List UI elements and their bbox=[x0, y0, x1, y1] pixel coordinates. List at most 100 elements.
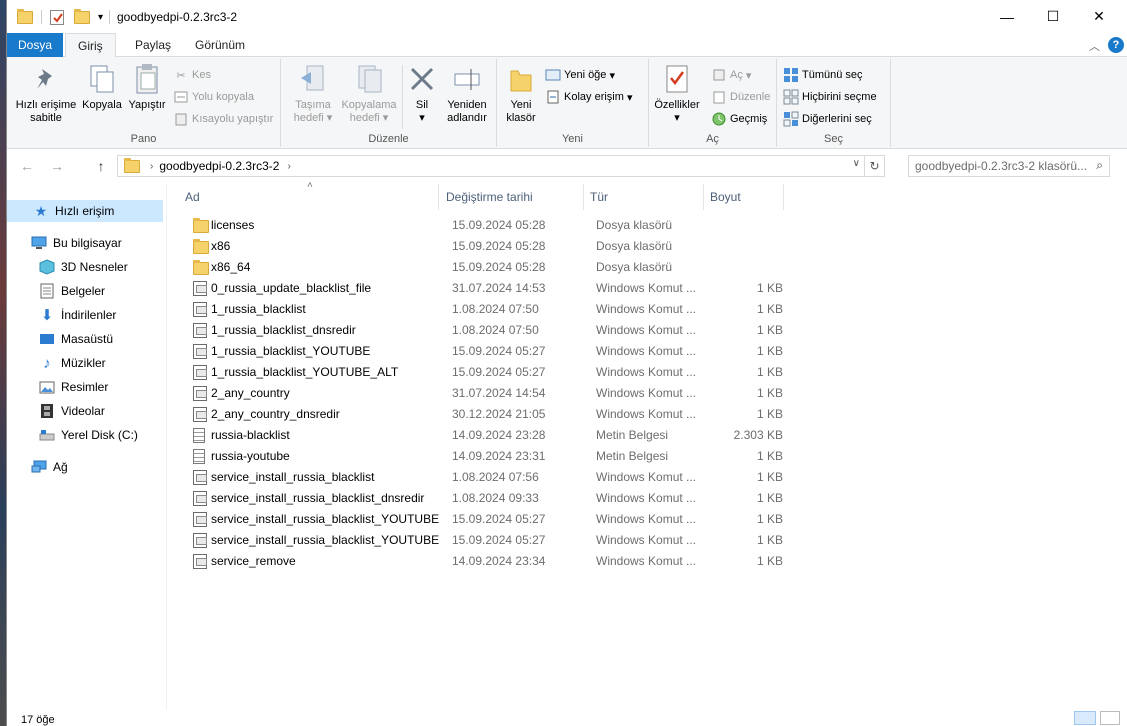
new-folder-button[interactable]: Yeni klasör bbox=[503, 63, 539, 125]
properties-check-icon[interactable] bbox=[50, 9, 64, 25]
column-header-size[interactable]: Boyut bbox=[704, 184, 784, 210]
address-bar[interactable]: › goodbyedpi-0.2.3rc3-2 › ∨ ↻ bbox=[117, 155, 885, 177]
maximize-button[interactable]: ☐ bbox=[1030, 0, 1076, 33]
move-to-button[interactable]: Taşıma hedefi ▾ bbox=[287, 63, 339, 125]
group-label-sec: Seç bbox=[824, 133, 843, 145]
file-date: 15.09.2024 05:27 bbox=[452, 344, 546, 358]
help-icon[interactable]: ? bbox=[1108, 37, 1124, 53]
file-date: 15.09.2024 05:28 bbox=[452, 239, 546, 253]
search-input[interactable]: goodbyedpi-0.2.3rc3-2 klasörü... ⌕ bbox=[908, 155, 1110, 177]
file-row[interactable]: russia-youtube 14.09.2024 23:31 Metin Belg… bbox=[185, 446, 785, 467]
folder-icon bbox=[193, 218, 209, 236]
collapse-ribbon-icon[interactable]: ︿ bbox=[1089, 38, 1100, 54]
forward-arrow-icon[interactable]: → bbox=[47, 157, 67, 175]
ribbon-tabs: Dosya Giriş Paylaş Görünüm ︿ ? bbox=[7, 33, 1127, 58]
minimize-button[interactable]: — bbox=[984, 0, 1030, 33]
history-button[interactable]: Geçmiş bbox=[711, 109, 767, 129]
copy-to-icon bbox=[353, 63, 385, 95]
file-row[interactable]: licenses 15.09.2024 05:28 Dosya klasörü bbox=[185, 215, 785, 236]
file-row[interactable]: 2_any_country_dnsredir 30.12.2024 21:05 Wi… bbox=[185, 404, 785, 425]
copy-to-button[interactable]: Kopyalama hedefi ▾ bbox=[337, 63, 401, 125]
nav-3d-objects[interactable]: 3D Nesneler bbox=[39, 256, 128, 278]
nav-desktop[interactable]: Masaüstü bbox=[39, 328, 113, 350]
scissors-icon: ✂ bbox=[176, 69, 186, 82]
tab-dosya[interactable]: Dosya bbox=[7, 33, 63, 57]
file-row[interactable]: 2_any_country 31.07.2024 14:54 Windows Kom… bbox=[185, 383, 785, 404]
open-button[interactable]: Aç ▾ bbox=[711, 65, 751, 85]
easy-access-button[interactable]: Kolay erişim ▾ bbox=[545, 87, 632, 107]
file-row[interactable]: service_remove 14.09.2024 23:34 Windows Ko… bbox=[185, 551, 785, 572]
file-row[interactable]: 1_russia_blacklist_YOUTUBE_ALT 15.09.2024… bbox=[185, 362, 785, 383]
cube-icon bbox=[39, 259, 55, 275]
cut-button[interactable]: ✂ Kes bbox=[173, 65, 211, 85]
file-row[interactable]: 0_russia_update_blacklist_file 31.07.2024… bbox=[185, 278, 785, 299]
file-date: 1.08.2024 07:56 bbox=[452, 470, 539, 484]
invert-selection-button[interactable]: Diğerlerini seç bbox=[783, 109, 872, 129]
column-header-type[interactable]: Tür bbox=[584, 184, 704, 210]
file-date: 14.09.2024 23:31 bbox=[452, 449, 546, 463]
file-size: 1 KB bbox=[756, 491, 783, 505]
nav-pictures[interactable]: Resimler bbox=[39, 376, 108, 398]
nav-downloads[interactable]: ⬇ İndirilenler bbox=[39, 304, 117, 326]
tab-giris[interactable]: Giriş bbox=[65, 33, 116, 58]
paste-button[interactable]: Yapıştır bbox=[125, 63, 169, 112]
paste-shortcut-button[interactable]: Kısayolu yapıştır bbox=[173, 109, 273, 129]
nav-local-disk[interactable]: Yerel Disk (C:) bbox=[39, 424, 138, 446]
copy-button[interactable]: Kopyala bbox=[79, 63, 125, 112]
file-size: 1 KB bbox=[756, 407, 783, 421]
nav-this-pc[interactable]: Bu bilgisayar bbox=[31, 232, 122, 254]
new-folder-icon[interactable] bbox=[74, 8, 90, 24]
nav-videos[interactable]: Videolar bbox=[39, 400, 105, 422]
file-row[interactable]: 1_russia_blacklist_dnsredir 1.08.2024 07:… bbox=[185, 320, 785, 341]
column-header-name[interactable]: Ad bbox=[179, 184, 439, 210]
customize-toolbar-icon[interactable]: ▾ bbox=[98, 12, 103, 23]
file-row[interactable]: service_install_russia_blacklist_YOUTUBE… bbox=[185, 509, 785, 530]
nav-network[interactable]: Ağ bbox=[31, 456, 68, 478]
select-none-button[interactable]: Hiçbirini seçme bbox=[783, 87, 877, 107]
file-row[interactable]: 1_russia_blacklist_YOUTUBE 15.09.2024 05:… bbox=[185, 341, 785, 362]
column-header-date[interactable]: Değiştirme tarihi bbox=[440, 184, 584, 210]
navigation-pane: ★ Hızlı erişim Bu bilgisayar 3D Nesneler … bbox=[7, 184, 167, 710]
nav-music[interactable]: ♪ Müzikler bbox=[39, 352, 105, 374]
copy-path-button[interactable]: Yolu kopyala bbox=[173, 87, 254, 107]
details-view-icon[interactable] bbox=[1074, 711, 1096, 725]
file-row[interactable]: service_install_russia_blacklist_YOUTUBE… bbox=[185, 530, 785, 551]
delete-button[interactable]: Sil ▾ bbox=[407, 63, 437, 125]
file-size: 1 KB bbox=[756, 533, 783, 547]
back-arrow-icon[interactable]: ← bbox=[17, 157, 37, 175]
rename-button[interactable]: Yeniden adlandır bbox=[441, 63, 493, 125]
up-arrow-icon[interactable]: ↑ bbox=[91, 157, 111, 175]
close-button[interactable]: ✕ bbox=[1076, 0, 1122, 33]
select-all-button[interactable]: Tümünü seç bbox=[783, 65, 863, 85]
window-title: goodbyedpi-0.2.3rc3-2 bbox=[117, 10, 238, 24]
file-row[interactable]: 1_russia_blacklist 1.08.2024 07:50 Windows… bbox=[185, 299, 785, 320]
properties-button[interactable]: Özellikler ▾ bbox=[651, 63, 703, 125]
file-name: x86_64 bbox=[211, 260, 251, 274]
breadcrumb-chevron-icon[interactable]: › bbox=[150, 161, 153, 172]
tab-paylas[interactable]: Paylaş bbox=[123, 33, 183, 57]
nav-documents[interactable]: Belgeler bbox=[39, 280, 105, 302]
file-row[interactable]: x86_64 15.09.2024 05:28 Dosya klasörü bbox=[185, 257, 785, 278]
edit-button[interactable]: Düzenle bbox=[711, 87, 770, 107]
nav-quick-access[interactable]: ★ Hızlı erişim bbox=[7, 200, 163, 222]
group-label-yeni: Yeni bbox=[561, 133, 583, 145]
tab-gorunum[interactable]: Görünüm bbox=[183, 33, 257, 57]
file-name: 1_russia_blacklist_YOUTUBE_ALT bbox=[211, 365, 399, 379]
pin-quick-access-button[interactable]: Hızlı erişime sabitle bbox=[13, 63, 79, 125]
file-row[interactable]: service_install_russia_blacklist_dnsredi… bbox=[185, 488, 785, 509]
file-row[interactable]: service_install_russia_blacklist 1.08.202… bbox=[185, 467, 785, 488]
breadcrumb-chevron-icon[interactable]: › bbox=[287, 161, 290, 172]
file-row[interactable]: x86 15.09.2024 05:28 Dosya klasörü bbox=[185, 236, 785, 257]
film-icon bbox=[39, 403, 55, 419]
breadcrumb-current[interactable]: goodbyedpi-0.2.3rc3-2 bbox=[159, 159, 279, 173]
file-row[interactable]: russia-blacklist 14.09.2024 23:28 Metin Be… bbox=[185, 425, 785, 446]
address-dropdown-icon[interactable]: ∨ bbox=[853, 158, 860, 169]
file-size: 1 KB bbox=[756, 449, 783, 463]
large-icons-view-icon[interactable] bbox=[1100, 711, 1120, 725]
batch-file-icon bbox=[193, 491, 207, 509]
new-item-button[interactable]: Yeni öğe ▾ bbox=[545, 65, 615, 85]
file-name: service_remove bbox=[211, 554, 296, 568]
file-size bbox=[705, 215, 783, 236]
refresh-icon[interactable]: ↻ bbox=[864, 156, 884, 176]
file-size: 1 KB bbox=[756, 344, 783, 358]
